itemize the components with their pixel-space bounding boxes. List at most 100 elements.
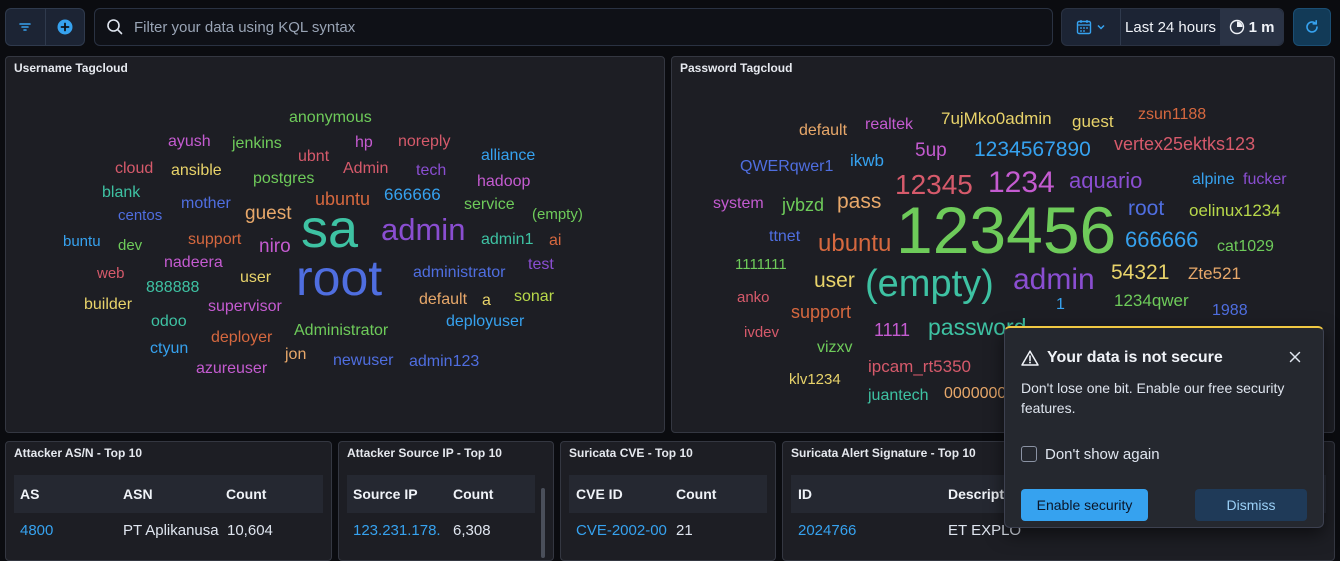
tag-word[interactable]: sonar [514,289,554,305]
tag-word[interactable]: ubuntu [818,232,891,256]
tag-word[interactable]: ttnet [769,229,800,245]
tag-word[interactable]: user [240,270,271,286]
tag-word[interactable]: 54321 [1111,262,1169,283]
column-header-as[interactable]: AS [20,486,39,502]
tag-word[interactable]: QWERqwer1 [740,159,833,175]
tag-word[interactable]: ivdev [744,325,779,340]
column-header-id[interactable]: ID [798,486,812,502]
filter-menu-button[interactable] [6,9,45,45]
tag-word[interactable]: postgres [253,171,314,187]
tag-word[interactable]: web [97,266,125,281]
tag-word[interactable]: root [296,253,382,303]
refresh-button[interactable] [1293,8,1331,46]
tag-word[interactable]: admin1 [481,232,533,248]
tag-word[interactable]: ansible [171,163,222,179]
column-header-description[interactable]: Descript [948,486,1004,502]
tag-word[interactable]: Zte521 [1188,265,1241,282]
tag-word[interactable]: system [713,196,764,212]
tag-word[interactable]: ipcam_rt5350 [868,358,971,375]
tag-word[interactable]: tech [416,163,446,179]
tag-word[interactable]: builder [84,297,132,313]
tag-word[interactable]: vizxv [817,340,853,356]
tag-word[interactable]: user [814,270,855,291]
tag-word[interactable]: root [1128,198,1164,219]
tag-word[interactable]: 123456 [896,197,1116,263]
tag-word[interactable]: odoo [151,314,187,330]
tag-word[interactable]: hp [355,135,373,151]
tag-word[interactable]: buntu [63,234,101,249]
tag-word[interactable]: oelinux1234 [1189,202,1281,219]
tag-word[interactable]: zsun1188 [1138,107,1206,123]
tag-word[interactable]: guest [245,204,291,223]
column-header-count[interactable]: Count [226,486,266,502]
tag-word[interactable]: juantech [868,388,929,404]
tag-word[interactable]: (empty) [865,265,994,303]
tag-word[interactable]: newuser [333,353,393,369]
tag-word[interactable]: azureuser [196,361,267,377]
tag-word[interactable]: pass [837,191,881,212]
tag-word[interactable]: centos [118,208,162,223]
tag-word[interactable]: anko [737,290,770,305]
column-header-source-ip[interactable]: Source IP [353,486,418,502]
tag-word[interactable]: deployuser [446,314,524,330]
tag-word[interactable]: supervisor [208,299,282,315]
tag-word[interactable]: support [188,232,241,248]
tag-word[interactable]: vertex25ektks123 [1114,135,1255,153]
tag-word[interactable]: hadoop [477,174,530,190]
tag-word[interactable]: 1111 [874,321,910,339]
tag-word[interactable]: (empty) [532,207,583,222]
tag-word[interactable]: jvbzd [782,196,824,214]
column-header-count[interactable]: Count [676,486,716,502]
tag-word[interactable]: fucker [1243,172,1287,188]
signature-id-link[interactable]: 2024766 [798,522,856,539]
tag-word[interactable]: ctyun [150,341,188,357]
tag-word[interactable]: admin [1013,265,1095,295]
tag-word[interactable]: jenkins [232,136,282,152]
tag-word[interactable]: 1111111 [735,257,787,272]
tag-word[interactable]: mother [181,196,231,212]
tag-word[interactable]: deployer [211,330,272,346]
tag-word[interactable]: support [791,303,851,321]
tag-word[interactable]: ubnt [298,149,329,165]
tag-word[interactable]: 1988 [1212,303,1248,319]
tag-word[interactable]: Admin [343,161,388,177]
dont-show-again-checkbox[interactable] [1021,446,1037,462]
tag-word[interactable]: 0000000 [944,386,1006,402]
tag-word[interactable]: 1234567890 [974,139,1091,160]
column-header-count[interactable]: Count [453,486,493,502]
column-header-asn[interactable]: ASN [123,486,153,502]
column-header-cve-id[interactable]: CVE ID [576,486,623,502]
close-icon[interactable] [1289,351,1301,363]
tag-word[interactable]: nadeera [164,255,223,271]
tag-word[interactable]: guest [1072,113,1114,130]
tag-word[interactable]: sa [301,202,358,256]
tag-word[interactable]: test [528,257,554,273]
tag-word[interactable]: alliance [481,148,535,164]
table-scrollbar[interactable] [541,488,545,558]
cve-id-link[interactable]: CVE-2002-00 [576,522,667,539]
tag-word[interactable]: administrator [413,265,505,281]
tag-word[interactable]: dev [118,238,142,253]
tag-word[interactable]: ikwb [850,152,884,169]
quick-select-button[interactable] [1062,9,1121,45]
kql-search-input[interactable]: Filter your data using KQL syntax [94,8,1053,46]
tag-word[interactable]: Administrator [294,323,388,339]
tag-word[interactable]: realtek [865,117,913,133]
tag-word[interactable]: aquario [1069,170,1142,192]
tag-word[interactable]: ayush [168,134,211,150]
tag-word[interactable]: klv1234 [789,372,841,387]
tag-word[interactable]: service [464,197,515,213]
tag-word[interactable]: alpine [1192,172,1235,188]
tag-word[interactable]: admin123 [409,354,479,370]
tag-word[interactable]: 1234qwer [1114,292,1189,309]
tag-word[interactable]: jon [285,347,306,363]
source-ip-link[interactable]: 123.231.178. [353,522,441,539]
tag-word[interactable]: default [799,123,847,139]
tag-word[interactable]: blank [102,185,140,201]
enable-security-button[interactable]: Enable security [1021,489,1148,521]
dont-show-again-label[interactable]: Don't show again [1045,446,1160,463]
tag-word[interactable]: 666666 [1125,229,1198,251]
tag-word[interactable]: 5up [915,141,947,160]
tag-word[interactable]: ai [549,233,561,249]
tag-word[interactable]: 1 [1056,297,1065,313]
